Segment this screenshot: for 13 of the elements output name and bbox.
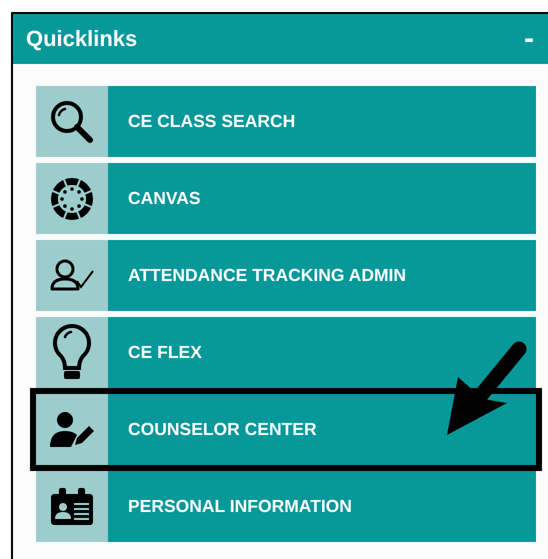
quicklink-item[interactable]: PERSONAL INFORMATION: [36, 471, 536, 542]
quicklink-item[interactable]: COUNSELOR CENTER: [36, 394, 536, 465]
magnifier-icon: [49, 98, 95, 144]
dotted-circle-icon: [49, 176, 95, 222]
quicklink-item[interactable]: ATTENDANCE TRACKING ADMIN: [36, 240, 536, 311]
collapse-button[interactable]: -: [524, 24, 534, 54]
person-pencil-icon: [49, 410, 95, 448]
quicklink-item[interactable]: CANVAS: [36, 163, 536, 234]
person-check-icon: [49, 258, 95, 292]
panel-title: Quicklinks: [26, 26, 138, 52]
id-card-icon: [49, 486, 95, 526]
quicklink-item[interactable]: CE FLEX: [36, 317, 536, 388]
quicklink-item[interactable]: CE CLASS SEARCH: [36, 86, 536, 157]
